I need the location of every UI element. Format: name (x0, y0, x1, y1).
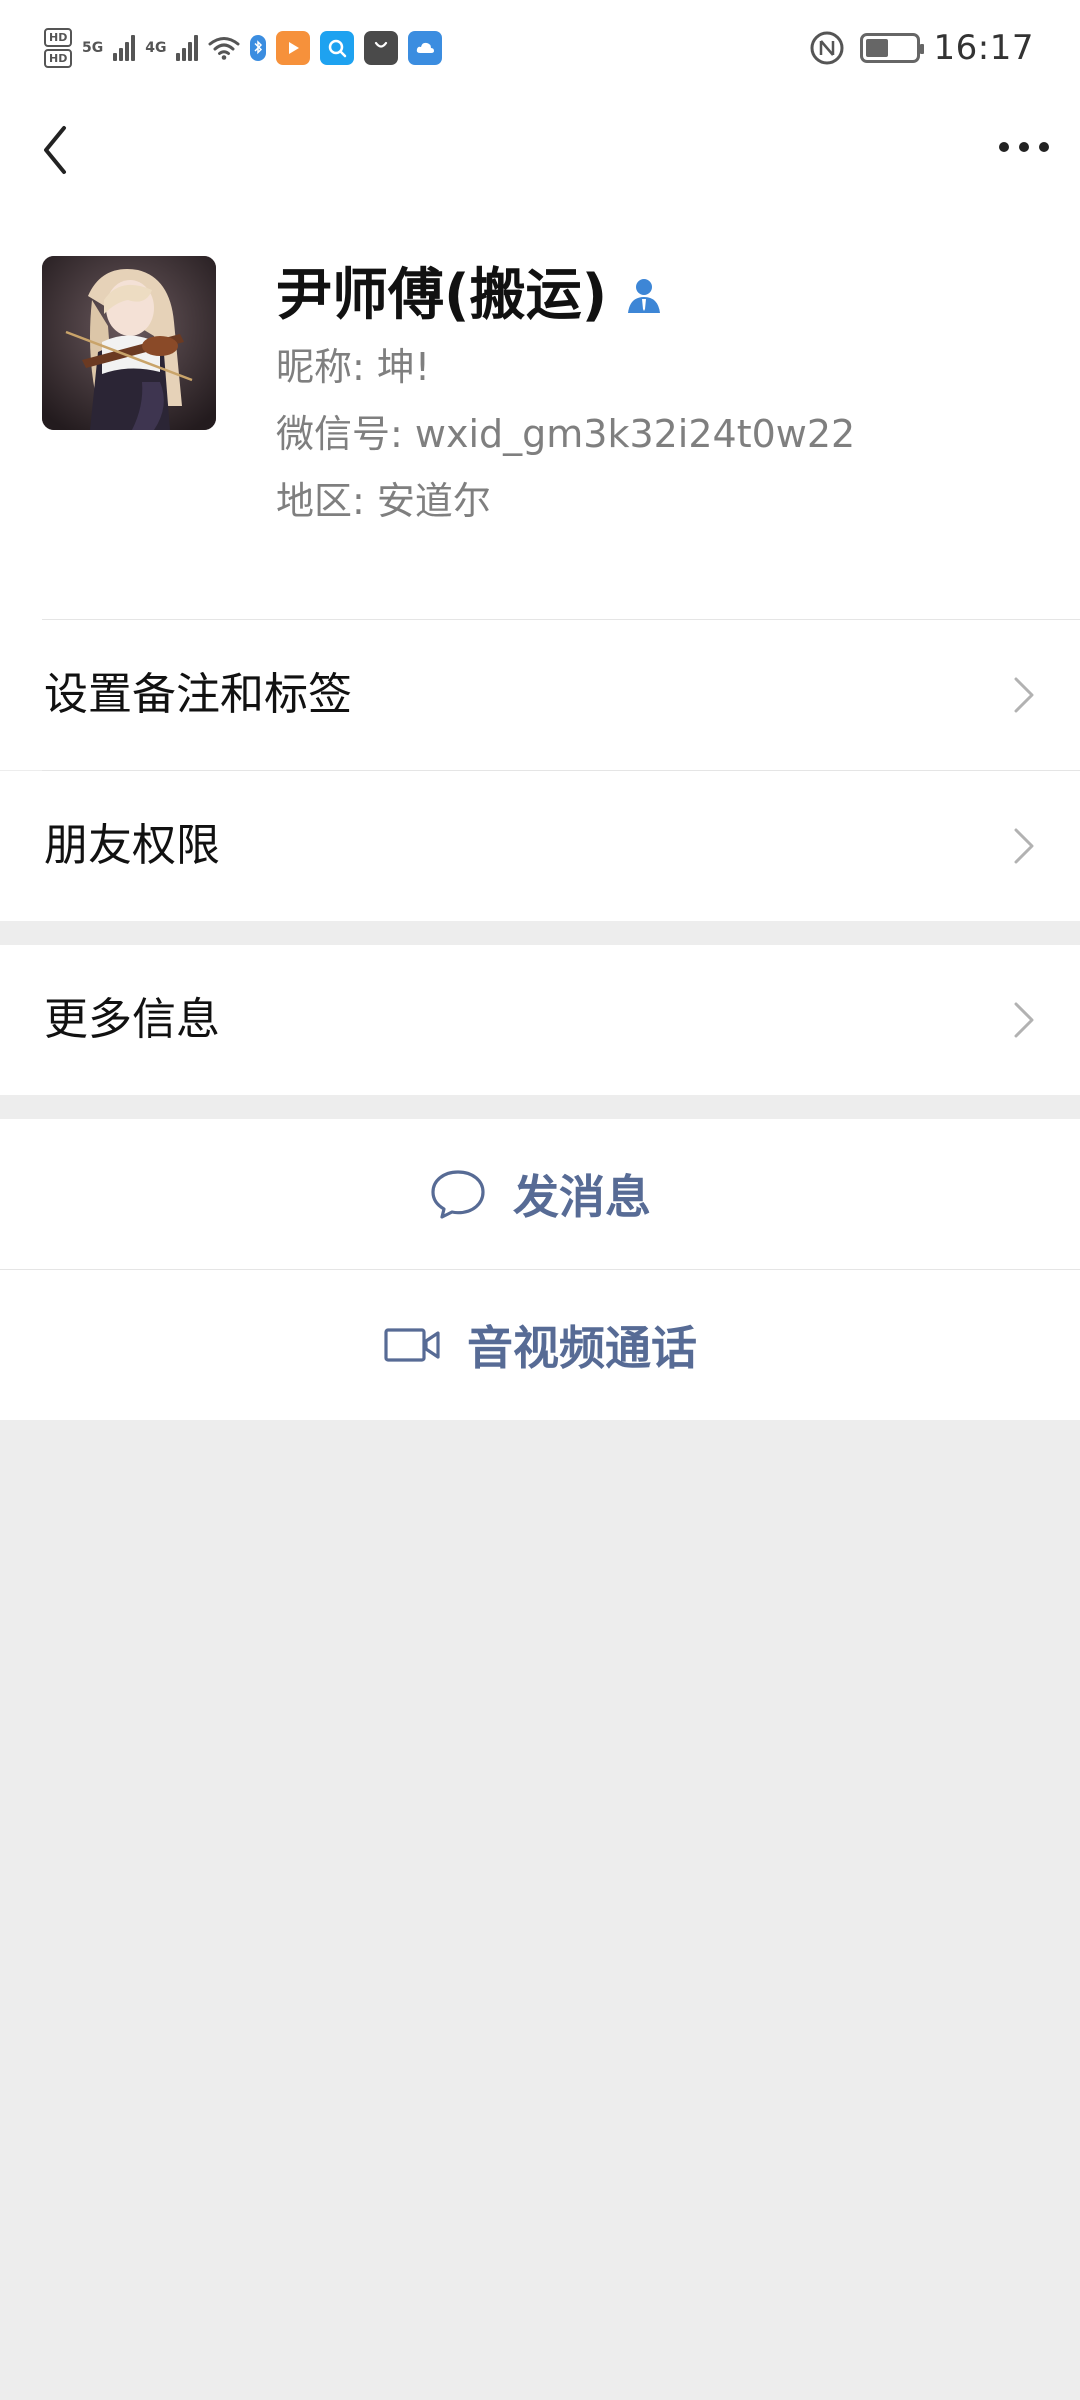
friend-permissions-label: 朋友权限 (44, 820, 220, 871)
more-info-cell[interactable]: 更多信息 (0, 945, 1080, 1095)
profile-info: 尹师傅(搬运) 昵称: 坤! 微信号: wxid_gm3k32i24t0w22 … (276, 258, 1046, 535)
signal-5g-icon (113, 35, 136, 61)
profile-header: 尹师傅(搬运) 昵称: 坤! 微信号: wxid_gm3k32i24t0w22 … (0, 240, 1080, 620)
remark-tags-label: 设置备注和标签 (44, 669, 352, 720)
sim2-hd-badge: HD (44, 49, 72, 68)
avatar-violinist-image (42, 256, 216, 430)
back-button[interactable] (30, 118, 80, 182)
search-app-icon (320, 31, 355, 65)
more-info-label: 更多信息 (44, 994, 220, 1045)
shopping-bag-app-icon (364, 31, 399, 65)
avatar[interactable] (42, 256, 216, 430)
status-left-icons: HD HD 5G 4G (44, 24, 443, 72)
contact-person-icon (623, 275, 665, 317)
wechat-id-text[interactable]: 微信号: wxid_gm3k32i24t0w22 (276, 401, 1046, 468)
signal-4g-icon (176, 35, 199, 61)
av-call-button[interactable]: 音视频通话 (0, 1270, 1080, 1420)
region-text: 地区: 安道尔 (276, 479, 491, 523)
nickname-text: 昵称: 坤! (276, 345, 431, 389)
battery-fill (865, 39, 888, 57)
top-navigation-bar (0, 100, 1080, 240)
battery-icon (859, 33, 924, 63)
chevron-right-icon (1014, 828, 1034, 864)
av-call-label: 音视频通话 (467, 1321, 697, 1375)
video-app-icon (276, 31, 311, 65)
wifi-icon (208, 37, 240, 60)
status-time: 16:17 (933, 28, 1034, 68)
video-camera-icon (384, 1328, 440, 1362)
send-message-label: 发消息 (513, 1170, 651, 1224)
contact-profile-page: HD HD 5G 4G 16:17 尹师傅(搬运) 昵称: 坤! 微信号: wx… (0, 0, 1080, 2400)
cloud-app-icon (408, 31, 443, 65)
network-type-1: 5G (82, 40, 104, 56)
bluetooth-app-icon (250, 35, 267, 61)
chat-bubble-icon (431, 1170, 485, 1219)
chevron-right-icon (1014, 1002, 1034, 1038)
chevron-left-icon (44, 126, 66, 174)
network-type-2: 4G (145, 40, 167, 56)
hd-signal-icon: HD HD (44, 28, 72, 68)
more-options-button[interactable] (994, 122, 1054, 172)
more-dots-icon (999, 142, 1049, 152)
display-name: 尹师傅(搬运) (276, 263, 608, 328)
status-bar: HD HD 5G 4G 16:17 (0, 0, 1080, 100)
sim1-hd-badge: HD (44, 28, 72, 47)
chevron-right-icon (1014, 677, 1034, 713)
send-message-button[interactable]: 发消息 (0, 1119, 1080, 1269)
friend-permissions-cell[interactable]: 朋友权限 (0, 771, 1080, 921)
name-row: 尹师傅(搬运) (276, 258, 1046, 334)
status-right-icons: 16:17 (808, 24, 1034, 72)
nfc-icon (810, 31, 844, 65)
remark-tags-cell[interactable]: 设置备注和标签 (0, 620, 1080, 770)
